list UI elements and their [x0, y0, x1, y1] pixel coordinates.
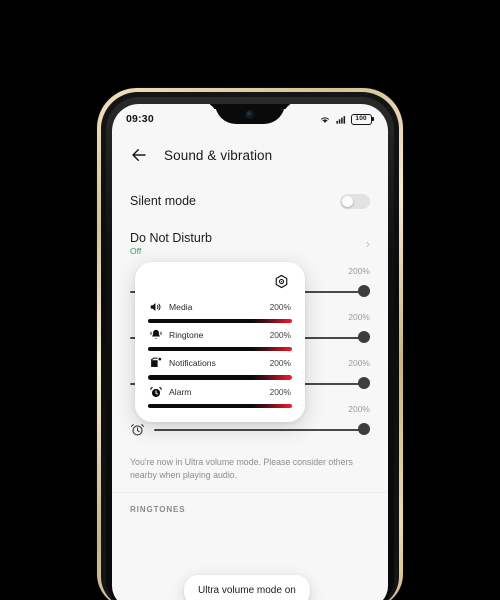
volume-item-alarm-percent: 200%: [269, 386, 291, 397]
silent-mode-toggle[interactable]: [340, 193, 370, 209]
bg-slider-ringtone-percent: 200%: [348, 312, 370, 322]
volume-item-alarm-slider[interactable]: [148, 403, 292, 408]
bg-slider-alarm-track[interactable]: [154, 429, 360, 431]
dnd-status: Off: [130, 245, 142, 256]
bg-slider-notifications-thumb[interactable]: [358, 377, 370, 389]
battery-level-text: 100: [350, 113, 372, 125]
battery-indicator: 100: [350, 113, 374, 125]
volume-item-alarm-head: Alarm 200%: [147, 385, 293, 404]
ringtone-bell-icon: [150, 330, 162, 339]
cellular-signal-icon: [336, 115, 345, 124]
settings-gear-icon[interactable]: [274, 274, 289, 289]
volume-item-media[interactable]: Media 200%: [147, 295, 293, 324]
alarm-clock-icon: [149, 386, 163, 397]
volume-item-media-percent: 200%: [269, 302, 291, 312]
phone-screen: 09:30 100 Sound & vibration Silent mode …: [112, 104, 388, 600]
dnd-text-group: Do Not Disturb Off: [130, 231, 212, 256]
volume-item-alarm[interactable]: Alarm 200%: [147, 380, 293, 408]
bg-slider-media-percent: 200%: [348, 266, 370, 276]
bg-slider-notifications-percent: 200%: [348, 358, 370, 368]
front-camera-icon: [245, 110, 255, 119]
volume-item-notifications[interactable]: Notifications 200%: [147, 351, 293, 380]
volume-item-notifications-head: Notifications 200%: [147, 356, 293, 375]
page-title: Sound & vibration: [164, 147, 273, 163]
volume-item-media-label: Media: [169, 302, 193, 312]
status-icons: 100: [319, 113, 374, 125]
toast-message: Ultra volume mode on: [184, 575, 310, 600]
volume-item-ringtone-label: Ringtone: [169, 330, 204, 341]
ultra-volume-hint: You're now in Ultra volume mode. Please …: [130, 457, 353, 481]
wifi-icon: [320, 116, 329, 123]
dnd-label: Do Not Disturb: [130, 230, 212, 245]
volume-popup-settings[interactable]: [147, 272, 293, 295]
volume-item-ringtone-percent: 200%: [269, 330, 291, 341]
notification-box-icon: [150, 357, 162, 368]
bg-slider-media-thumb[interactable]: [358, 285, 370, 297]
alarm-clock-icon: [130, 424, 145, 436]
bg-slider-ringtone-thumb[interactable]: [358, 331, 370, 343]
row-silent-mode[interactable]: Silent mode: [112, 180, 388, 222]
section-header-ringtones: RINGTONES: [130, 505, 186, 515]
bg-slider-alarm-thumb[interactable]: [358, 423, 370, 435]
volume-item-notifications-percent: 200%: [269, 358, 291, 369]
back-arrow-icon[interactable]: [130, 146, 148, 164]
volume-item-ringtone[interactable]: Ringtone 200%: [147, 323, 293, 352]
speaker-volume-icon: [150, 303, 161, 311]
chevron-right-icon[interactable]: ›: [366, 237, 370, 250]
status-time: 09:30: [126, 113, 154, 125]
row-do-not-disturb[interactable]: Do Not Disturb Off ›: [112, 222, 388, 264]
volume-item-notifications-label: Notifications: [169, 358, 216, 369]
app-header: Sound & vibration: [112, 134, 388, 174]
volume-item-ringtone-head: Ringtone 200%: [147, 328, 293, 347]
toggle-knob: [342, 195, 353, 207]
silent-mode-label: Silent mode: [130, 194, 197, 208]
bg-slider-alarm-percent: 200%: [348, 404, 370, 414]
volume-item-alarm-label: Alarm: [169, 386, 192, 397]
screenshot-stage: 09:30 100 Sound & vibration Silent mode …: [0, 0, 500, 600]
volume-popup-panel[interactable]: Media 200% Ringtone 200% Notifications 2…: [135, 262, 305, 422]
volume-item-media-head: Media 200%: [147, 300, 293, 319]
